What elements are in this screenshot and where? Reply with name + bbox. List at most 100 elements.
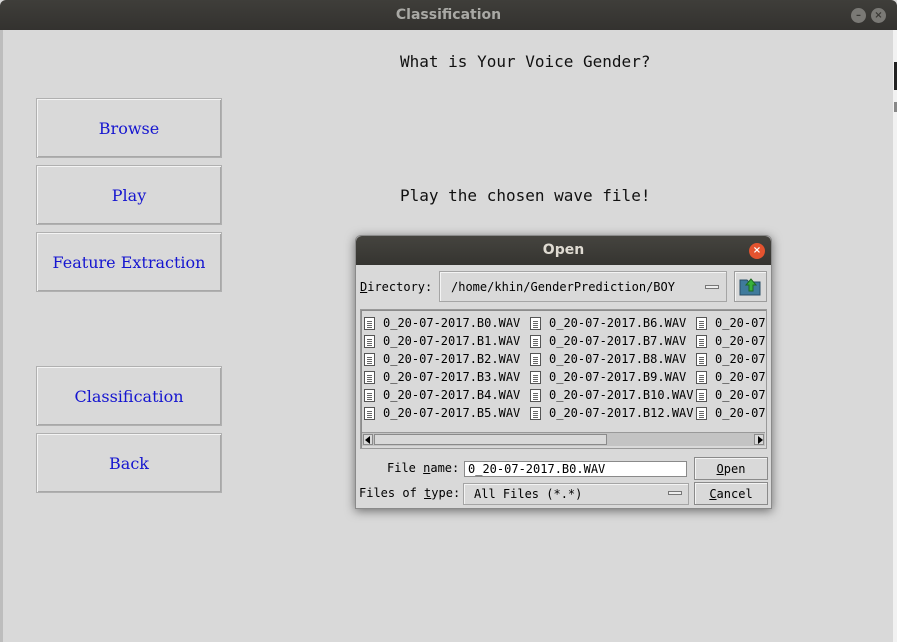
file-icon xyxy=(696,388,707,402)
file-icon xyxy=(696,334,707,348)
file-icon xyxy=(696,406,707,420)
file-list[interactable]: 0_20-07-2017.B0.WAV 0_20-07-2017.B1.WAV … xyxy=(360,309,767,449)
file-name: 0_20-07-2017.B3.WAV xyxy=(383,370,521,384)
file-name: 0_20-07-2017.B12.WAV xyxy=(549,406,694,420)
file-item[interactable]: 0_20-07-2017.B7.WAV xyxy=(530,332,694,350)
file-icon xyxy=(530,388,541,402)
cancel-button-mnemonic: C xyxy=(709,486,717,501)
feature-extraction-button[interactable]: Feature Extraction xyxy=(36,232,222,292)
file-icon xyxy=(364,316,375,330)
file-item[interactable]: 0_20-07 xyxy=(696,386,766,404)
files-of-type-combobox[interactable]: All Files (*.*) xyxy=(463,483,689,505)
cancel-button-label: ancel xyxy=(716,486,753,501)
file-icon xyxy=(530,316,541,330)
file-name: 0_20-07-2017.B10.WAV xyxy=(549,388,694,402)
file-item[interactable]: 0_20-07-2017.B9.WAV xyxy=(530,368,694,386)
file-icon xyxy=(530,334,541,348)
dialog-titlebar[interactable]: Open × xyxy=(356,236,771,265)
file-icon xyxy=(530,352,541,366)
file-name-input[interactable]: 0_20-07-2017.B0.WAV xyxy=(464,461,687,477)
open-button[interactable]: Open xyxy=(694,457,768,480)
dialog-title: Open xyxy=(542,242,585,258)
file-name: 0_20-07 xyxy=(715,406,766,420)
file-name: 0_20-07 xyxy=(715,334,766,348)
combo-indicator-icon xyxy=(668,491,682,495)
open-button-mnemonic: O xyxy=(716,461,724,476)
files-of-type-label-text: Files of xyxy=(359,486,425,500)
file-name: 0_20-07-2017.B0.WAV xyxy=(383,316,521,330)
file-icon xyxy=(530,406,541,420)
cancel-button[interactable]: Cancel xyxy=(694,482,768,505)
file-icon xyxy=(696,316,707,330)
file-name: 0_20-07-2017.B8.WAV xyxy=(549,352,687,366)
file-item[interactable]: 0_20-07-2017.B2.WAV xyxy=(364,350,520,368)
file-icon xyxy=(696,370,707,384)
file-name: 0_20-07 xyxy=(715,370,766,384)
file-item[interactable]: 0_20-07-2017.B6.WAV xyxy=(530,314,694,332)
directory-label-text: irectory: xyxy=(367,280,433,294)
file-item[interactable]: 0_20-07-2017.B4.WAV xyxy=(364,386,520,404)
file-name: 0_20-07-2017.B7.WAV xyxy=(549,334,687,348)
file-name: 0_20-07 xyxy=(715,388,766,402)
file-item[interactable]: 0_20-07-2017.B8.WAV xyxy=(530,350,694,368)
file-item[interactable]: 0_20-07-2017.B0.WAV xyxy=(364,314,520,332)
file-name: 0_20-07-2017.B9.WAV xyxy=(549,370,687,384)
file-name: 0_20-07-2017.B1.WAV xyxy=(383,334,521,348)
file-item[interactable]: 0_20-07 xyxy=(696,332,766,350)
file-item[interactable]: 0_20-07 xyxy=(696,404,766,422)
minimize-icon[interactable]: – xyxy=(851,8,866,23)
window-title: Classification xyxy=(395,7,502,23)
horizontal-scrollbar[interactable] xyxy=(362,432,765,446)
classification-button[interactable]: Classification xyxy=(36,366,222,426)
file-name: 0_20-07-2017.B4.WAV xyxy=(383,388,521,402)
file-icon xyxy=(364,406,375,420)
directory-label: Directory: xyxy=(360,280,432,294)
combo-indicator-icon xyxy=(705,285,719,289)
dialog-close-icon[interactable]: × xyxy=(749,243,765,259)
file-item[interactable]: 0_20-07-2017.B5.WAV xyxy=(364,404,520,422)
file-icon xyxy=(364,370,375,384)
scrollbar-thumb[interactable] xyxy=(374,434,607,445)
file-name: 0_20-07 xyxy=(715,316,766,330)
file-item[interactable]: 0_20-07-2017.B1.WAV xyxy=(364,332,520,350)
file-item[interactable]: 0_20-07 xyxy=(696,350,766,368)
close-icon[interactable]: × xyxy=(871,8,886,23)
file-icon xyxy=(364,334,375,348)
file-item[interactable]: 0_20-07 xyxy=(696,368,766,386)
scroll-right-icon[interactable] xyxy=(754,434,764,445)
file-name: 0_20-07-2017.B6.WAV xyxy=(549,316,687,330)
file-item[interactable]: 0_20-07-2017.B12.WAV xyxy=(530,404,694,422)
file-item[interactable]: 0_20-07 xyxy=(696,314,766,332)
files-of-type-value: All Files (*.*) xyxy=(474,487,583,501)
directory-combobox[interactable]: /home/khin/GenderPrediction/BOY xyxy=(439,271,727,302)
up-folder-icon xyxy=(739,278,761,296)
play-button[interactable]: Play xyxy=(36,165,222,225)
up-folder-button[interactable] xyxy=(734,271,767,302)
background-window-edge xyxy=(893,30,897,642)
file-item[interactable]: 0_20-07-2017.B3.WAV xyxy=(364,368,520,386)
back-button[interactable]: Back xyxy=(36,433,222,493)
file-icon xyxy=(696,352,707,366)
file-name-label-text: ame: xyxy=(430,461,460,475)
question-label: What is Your Voice Gender? xyxy=(400,52,651,71)
open-button-label: pen xyxy=(723,461,746,476)
file-icon xyxy=(364,388,375,402)
file-name-label: File name: xyxy=(387,461,459,475)
file-name: 0_20-07-2017.B5.WAV xyxy=(383,406,521,420)
file-name-label-text: File xyxy=(387,461,424,475)
file-column-2: 0_20-07-2017.B6.WAV 0_20-07-2017.B7.WAV … xyxy=(530,314,694,422)
file-column-1: 0_20-07-2017.B0.WAV 0_20-07-2017.B1.WAV … xyxy=(364,314,520,422)
directory-value: /home/khin/GenderPrediction/BOY xyxy=(451,280,675,294)
scroll-left-icon[interactable] xyxy=(363,434,373,445)
window-titlebar[interactable]: Classification – × xyxy=(0,0,897,30)
file-icon xyxy=(364,352,375,366)
open-file-dialog: Open × Directory: /home/khin/GenderPredi… xyxy=(355,235,772,509)
files-of-type-label: Files of type: xyxy=(359,486,460,500)
browse-button[interactable]: Browse xyxy=(36,98,222,158)
file-icon xyxy=(530,370,541,384)
file-column-3: 0_20-07 0_20-07 0_20-07 0_20-07 0_20-07 … xyxy=(696,314,766,422)
file-item[interactable]: 0_20-07-2017.B10.WAV xyxy=(530,386,694,404)
file-name: 0_20-07 xyxy=(715,352,766,366)
files-of-type-label-text: ype: xyxy=(431,486,461,500)
file-name: 0_20-07-2017.B2.WAV xyxy=(383,352,521,366)
